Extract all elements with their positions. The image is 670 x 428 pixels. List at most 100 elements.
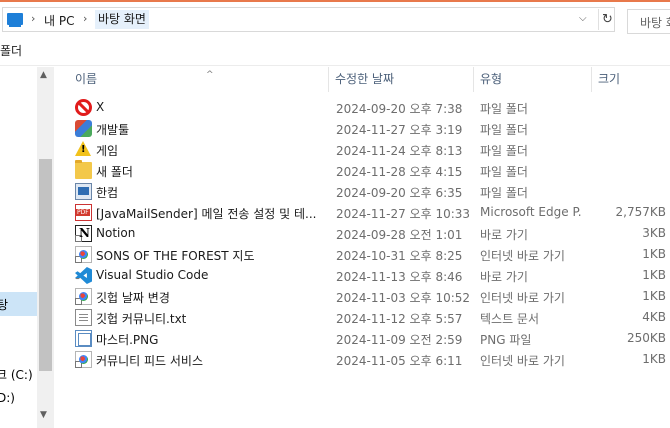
file-row[interactable]: Visual Studio Code 2024-11-13 오후 8:46 바로 가… [57,265,670,286]
address-bar-row: › 내 PC › 바탕 화면 ⌵ ↻ 바탕 화 [0,2,670,35]
file-size: 1KB [642,247,666,261]
file-name: X [96,100,105,114]
file-row[interactable]: 깃헙 날짜 변경 2024-11-03 오후 10:52 인터넷 바로 가기 1KB [57,286,670,307]
column-header-label: 크기 [598,72,621,86]
file-size: 1KB [642,289,666,303]
file-size: 4KB [642,310,666,324]
file-name: 커뮤니티 피드 서비스 [96,354,203,368]
file-modified-date: 2024-09-20 오후 7:38 [336,102,463,116]
file-row[interactable]: 깃헙 커뮤니티.txt 2024-11-12 오후 5:57 텍스트 문서 4KB [57,307,670,328]
nav-item-drive-d[interactable]: D:) [0,391,15,405]
breadcrumb-this-pc[interactable]: 내 PC [44,12,74,29]
nav-item-drive-c[interactable]: 크 (C:) [0,366,33,383]
no-entry-icon [75,99,92,116]
file-size: 250KB [626,331,666,345]
file-list: 이름 ^ 수정한 날짜 유형 크기 X 2024-09-20 오후 7:38 파일 … [57,67,670,428]
file-row[interactable]: SONS OF THE FOREST 지도 2024-10-31 오후 8:25 인… [57,244,670,265]
new-folder-button[interactable]: 폴더 [0,42,22,59]
file-row[interactable]: 한컴 2024-09-20 오후 6:35 파일 폴더 [57,181,670,202]
file-name: 깃헙 커뮤니티.txt [96,312,187,326]
file-modified-date: 2024-11-24 오후 8:13 [336,144,463,158]
file-modified-date: 2024-11-27 오후 10:33 [336,207,471,221]
file-name: Visual Studio Code [96,268,209,282]
file-name: 한컴 [96,186,119,200]
file-type: 바로 가기 [480,270,528,284]
file-size: 3KB [642,226,666,240]
navigation-pane: 탕 크 (C:) D:) ▲ ▼ [0,67,56,428]
file-row[interactable]: 커뮤니티 피드 서비스 2024-11-05 오후 6:11 인터넷 바로 가기 1K… [57,349,670,370]
file-modified-date: 2024-11-09 오전 2:59 [336,333,463,347]
file-modified-date: 2024-11-13 오후 8:46 [336,270,463,284]
file-modified-date: 2024-11-03 오후 10:52 [336,291,471,305]
scrollbar-thumb[interactable] [39,159,52,371]
file-name: 마스터.PNG [96,333,159,347]
file-row[interactable]: X 2024-09-20 오후 7:38 파일 폴더 [57,97,670,118]
shortcut-arrow-icon [75,361,82,368]
file-type: PNG 파일 [480,333,532,347]
breadcrumb-separator-icon[interactable]: › [31,12,35,25]
scroll-down-icon[interactable]: ▼ [40,410,47,420]
shortcut-arrow-icon [75,278,81,284]
text-file-icon [75,309,92,326]
file-modified-date: 2024-10-31 오후 8:25 [336,249,463,263]
column-header-modified[interactable]: 수정한 날짜 [329,67,474,92]
column-header-label: 이름 [75,72,98,86]
column-header-label: 수정한 날짜 [335,72,395,86]
file-type: 파일 폴더 [480,186,528,200]
shortcut-arrow-icon [75,298,82,305]
file-name: 게임 [96,144,119,158]
file-type: 파일 폴더 [480,102,528,116]
file-name: 새 폴더 [96,165,133,179]
breadcrumb-separator-icon[interactable]: › [83,12,87,25]
file-type: 파일 폴더 [480,123,528,137]
file-size: 1KB [642,268,666,282]
sort-ascending-icon: ^ [206,70,214,80]
file-name: Notion [96,226,136,240]
file-row[interactable]: 개발툴 2024-11-27 오후 3:19 파일 폴더 [57,118,670,139]
file-row[interactable]: 마스터.PNG 2024-11-09 오전 2:59 PNG 파일 250KB [57,328,670,349]
address-dropdown-icon[interactable]: ⌵ [579,13,587,24]
file-type: 파일 폴더 [480,165,528,179]
file-name: SONS OF THE FOREST 지도 [96,249,255,263]
folder-icon [75,160,92,179]
computer-icon [7,13,23,27]
column-header-name[interactable]: 이름 ^ [69,67,329,92]
refresh-button[interactable]: ↻ [598,9,616,30]
warning-icon [75,141,91,156]
file-size: 1KB [642,352,666,366]
file-name: [JavaMailSender] 메일 전송 설정 및 테... [96,207,317,221]
file-modified-date: 2024-09-28 오전 1:01 [336,228,463,242]
file-type: Microsoft Edge P... [480,205,582,219]
colorful-folder-icon [75,120,92,137]
file-size: 2,757KB [615,205,666,219]
nav-item-label: 탕 [0,298,9,312]
file-type: 인터넷 바로 가기 [480,249,565,263]
file-modified-date: 2024-11-28 오후 4:15 [336,165,463,179]
file-name: 깃헙 날짜 변경 [96,291,170,305]
hancom-icon [75,183,92,200]
scroll-up-icon[interactable]: ▲ [40,70,47,80]
search-input[interactable]: 바탕 화 [627,9,670,34]
file-type: 인터넷 바로 가기 [480,354,565,368]
nav-scrollbar[interactable]: ▲ ▼ [37,67,54,428]
file-row[interactable]: [JavaMailSender] 메일 전송 설정 및 테... 2024-11-… [57,202,670,223]
shortcut-arrow-icon [75,235,82,242]
file-modified-date: 2024-11-12 오후 5:57 [336,312,463,326]
file-row[interactable]: Notion 2024-09-28 오전 1:01 바로 가기 3KB [57,223,670,244]
internet-shortcut-icon [75,288,92,305]
file-row[interactable]: 새 폴더 2024-11-28 오후 4:15 파일 폴더 [57,160,670,181]
nav-item-desktop[interactable]: 탕 [0,292,37,316]
breadcrumb-desktop[interactable]: 바탕 화면 [95,10,149,29]
vscode-icon [75,267,92,284]
shortcut-arrow-icon [75,256,82,263]
address-bar[interactable]: › 내 PC › 바탕 화면 ⌵ ↻ [2,7,615,32]
file-row[interactable]: 게임 2024-11-24 오후 8:13 파일 폴더 [57,139,670,160]
png-file-icon [75,330,92,347]
file-type: 바로 가기 [480,228,528,242]
file-modified-date: 2024-09-20 오후 6:35 [336,186,463,200]
search-placeholder: 바탕 화 [640,16,670,30]
pdf-icon [75,204,92,221]
column-header-size[interactable]: 크기 [592,67,670,92]
column-header-type[interactable]: 유형 [474,67,592,92]
internet-shortcut-icon [75,246,92,263]
